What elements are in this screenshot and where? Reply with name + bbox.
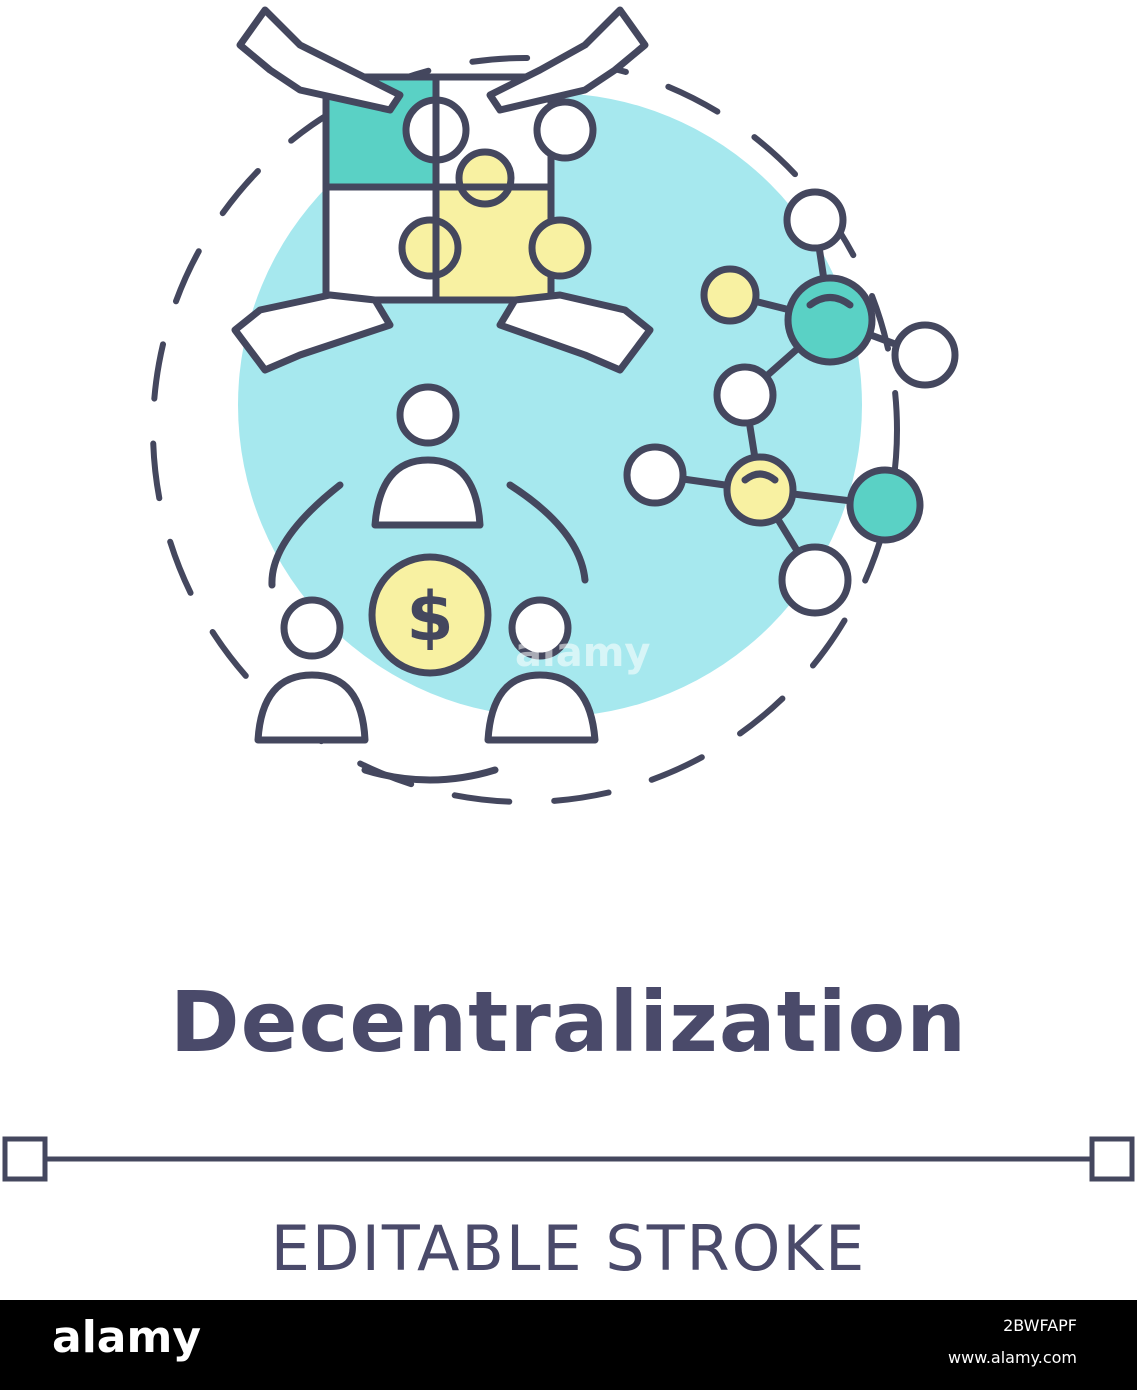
- concept-title: Decentralization: [169, 973, 968, 1071]
- puzzle-icon: [322, 73, 597, 304]
- left-anchor-handle: [2, 1136, 48, 1182]
- site-url: www.alamy.com: [948, 1348, 1077, 1367]
- footer-bar: alamy 2BWFAPF www.alamy.com: [0, 1300, 1137, 1390]
- watermark: alamy: [515, 630, 651, 676]
- alamy-logo: alamy: [52, 1312, 201, 1363]
- image-id: 2BWFAPF: [1003, 1316, 1077, 1335]
- decentralization-illustration: $: [150, 6, 959, 805]
- editable-stroke-label: EDITABLE STROKE: [270, 1212, 867, 1285]
- coin-symbol: $: [406, 578, 453, 657]
- right-anchor-handle: [1089, 1136, 1135, 1182]
- coin-icon: $: [368, 553, 492, 677]
- editable-stroke-divider: [2, 1136, 1135, 1182]
